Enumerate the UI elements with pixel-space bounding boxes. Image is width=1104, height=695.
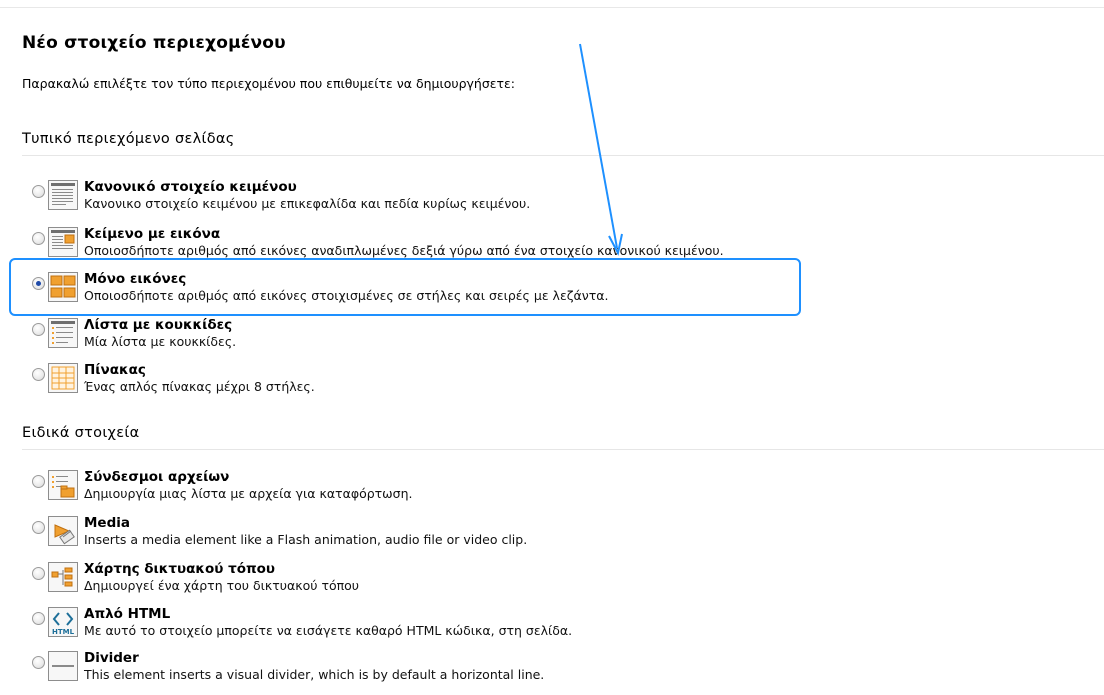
element-title[interactable]: Χάρτης δικτυακού τόπου <box>84 561 275 577</box>
element-description: Μία λίστα με κουκκίδες. <box>84 334 237 349</box>
radio-html[interactable] <box>32 612 45 625</box>
element-description: Δημιουργία μιας λίστα με αρχεία για κατα… <box>84 486 413 501</box>
annotation-highlight-box <box>9 258 801 316</box>
element-title[interactable]: Σύνδεσμοι αρχείων <box>84 469 229 485</box>
element-title[interactable]: Λίστα με κουκκίδες <box>84 317 232 333</box>
element-title[interactable]: Κείμενο με εικόνα <box>84 226 220 242</box>
top-divider <box>0 7 1104 8</box>
file-links-icon <box>48 470 78 500</box>
element-description: Οποιοσδήποτε αριθμός από εικόνες αναδιπλ… <box>84 243 724 258</box>
text-image-icon <box>48 227 78 257</box>
divider-icon <box>48 651 78 681</box>
element-description: Δημιουργεί ένα χάρτη του δικτυακού τόπου <box>84 578 360 593</box>
element-description: Κανονικο στοιχείο κειμένου με επικεφαλίδ… <box>84 196 531 211</box>
table-icon <box>48 363 78 393</box>
element-title[interactable]: Media <box>84 515 130 531</box>
element-title[interactable]: Απλό HTML <box>84 606 170 622</box>
element-description: Inserts a media element like a Flash ani… <box>84 532 528 547</box>
media-icon <box>48 516 78 546</box>
radio-file-links[interactable] <box>32 475 45 488</box>
radio-text-image[interactable] <box>32 232 45 245</box>
radio-media[interactable] <box>32 521 45 534</box>
html-icon: HTML <box>48 607 78 637</box>
radio-text[interactable] <box>32 185 45 198</box>
element-title[interactable]: Divider <box>84 650 139 666</box>
radio-sitemap[interactable] <box>32 567 45 580</box>
section-header-typical: Τυπικό περιεχόμενο σελίδας <box>22 131 1104 156</box>
page-title: Νέο στοιχείο περιεχομένου <box>22 33 286 53</box>
section-header-special: Ειδικά στοιχεία <box>22 425 1104 450</box>
radio-bullet-list[interactable] <box>32 323 45 336</box>
radio-divider[interactable] <box>32 656 45 669</box>
element-title[interactable]: Πίνακας <box>84 362 146 378</box>
element-description: Ένας απλός πίνακας μέχρι 8 στήλες. <box>84 379 315 394</box>
html-badge-text: HTML <box>52 628 75 636</box>
element-title[interactable]: Κανονικό στοιχείο κειμένου <box>84 179 297 195</box>
sitemap-icon <box>48 562 78 592</box>
element-description: This element inserts a visual divider, w… <box>84 667 545 682</box>
radio-table[interactable] <box>32 368 45 381</box>
bullet-list-icon <box>48 318 78 348</box>
text-icon <box>48 180 78 210</box>
intro-text: Παρακαλώ επιλέξτε τον τύπο περιεχομένου … <box>22 76 516 91</box>
element-description: Με αυτό το στοιχείο μπορείτε να εισάγετε… <box>84 623 573 638</box>
